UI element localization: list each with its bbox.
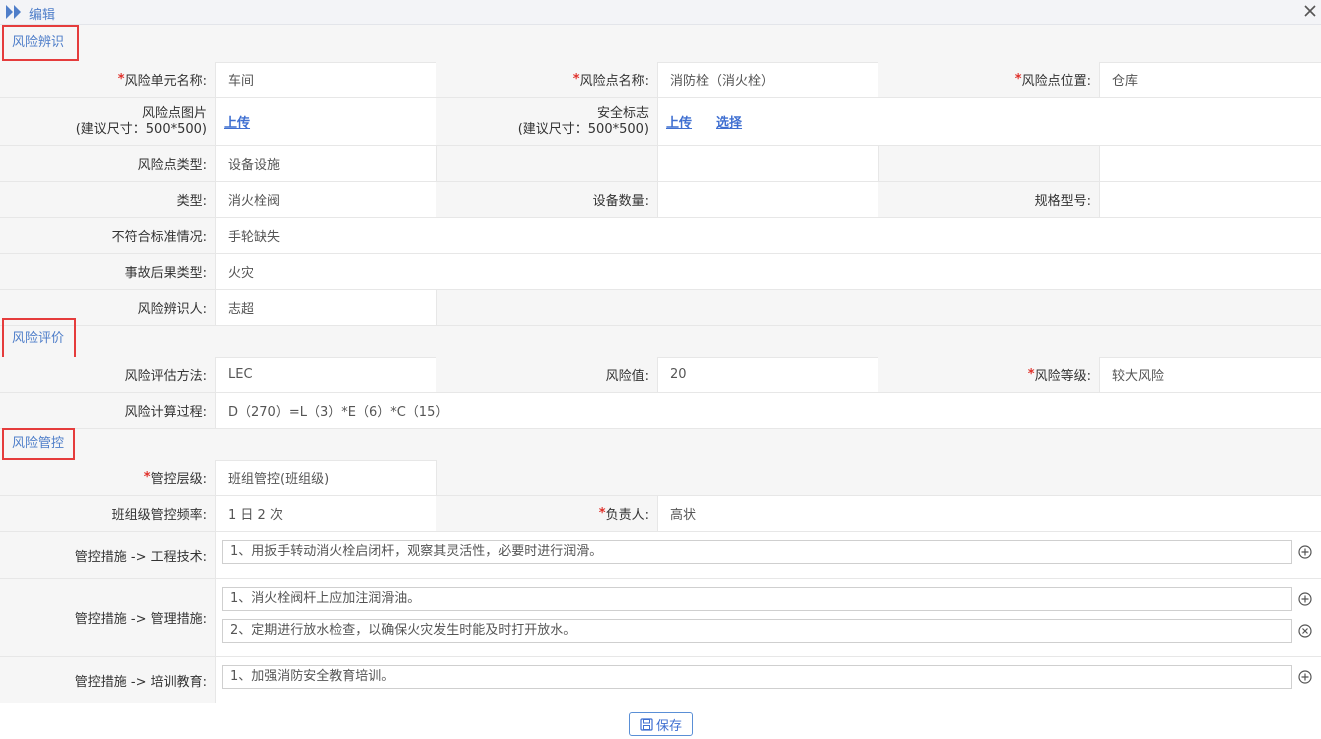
type-value[interactable]: 消火栓阀 bbox=[215, 182, 436, 217]
row-unit-point-location: * 风险单元名称: 车间 * 风险点名称: 消防栓（消火栓） * 风险点位置: 仓库 bbox=[0, 62, 1321, 98]
consequence-label: 事故后果类型: bbox=[0, 254, 215, 289]
management-measure-input-1[interactable]: 1、消火栓阀杆上应加注润滑油。 bbox=[222, 587, 1292, 611]
save-icon bbox=[640, 717, 653, 731]
risk-level-label: * 风险等级: bbox=[878, 357, 1099, 392]
row-images: 风险点图片 (建议尺寸：500*500) 上传 安全标志 (建议尺寸：500*5… bbox=[0, 98, 1321, 146]
identifier-value[interactable]: 志超 bbox=[215, 290, 436, 325]
control-level-value[interactable]: 班组管控(班组级) bbox=[215, 460, 436, 495]
double-chevron-right-icon bbox=[6, 5, 21, 19]
section-identify: 风险辨识 bbox=[0, 25, 1321, 63]
equipment-count-value[interactable] bbox=[657, 182, 878, 217]
row-type: 类型: 消火栓阀 设备数量: 规格型号: bbox=[0, 182, 1321, 218]
equipment-count-label: 设备数量: bbox=[436, 182, 657, 217]
spec-value[interactable] bbox=[1099, 182, 1321, 217]
add-circle-icon[interactable] bbox=[1298, 592, 1312, 606]
management-measure-input-2[interactable]: 2、定期进行放水检查，以确保火灾发生时能及时打开放水。 bbox=[222, 619, 1292, 643]
row-nonconformity: 不符合标准情况: 手轮缺失 bbox=[0, 218, 1321, 254]
upload-point-image-link[interactable]: 上传 bbox=[224, 112, 250, 131]
nonconformity-label: 不符合标准情况: bbox=[0, 218, 215, 253]
empty-cell bbox=[878, 146, 1099, 181]
section-title-identify: 风险辨识 bbox=[2, 25, 79, 61]
row-identifier: 风险辨识人: 志超 bbox=[0, 290, 1321, 326]
row-calc: 风险计算过程: D（270）=L（3）*E（6）*C（15） bbox=[0, 393, 1321, 429]
row-consequence: 事故后果类型: 火灾 bbox=[0, 254, 1321, 290]
select-safety-sign-link[interactable]: 选择 bbox=[716, 112, 742, 131]
save-button[interactable]: 保存 bbox=[629, 712, 693, 736]
risk-value-label: 风险值: bbox=[436, 357, 657, 392]
empty-cell bbox=[1099, 146, 1321, 181]
calc-value[interactable]: D（270）=L（3）*E（6）*C（15） bbox=[215, 393, 1321, 428]
nonconformity-value[interactable]: 手轮缺失 bbox=[215, 218, 1321, 253]
engineering-label: 管控措施 -> 工程技术: bbox=[0, 532, 215, 578]
section-title-evaluate: 风险评价 bbox=[2, 318, 76, 360]
empty-cell bbox=[436, 290, 1321, 325]
empty-cell bbox=[436, 460, 1321, 495]
row-control-level: * 管控层级: 班组管控(班组级) bbox=[0, 460, 1321, 496]
add-circle-icon[interactable] bbox=[1298, 670, 1312, 684]
method-value[interactable]: LEC bbox=[215, 357, 436, 392]
training-label: 管控措施 -> 培训教育: bbox=[0, 657, 215, 703]
row-method: 风险评估方法: LEC 风险值: 20 * 风险等级: 较大风险 bbox=[0, 357, 1321, 393]
management-label: 管控措施 -> 管理措施: bbox=[0, 579, 215, 656]
upload-safety-sign-link[interactable]: 上传 bbox=[666, 112, 692, 131]
point-type-label: 风险点类型: bbox=[0, 146, 215, 181]
frequency-value[interactable]: 1 日 2 次 bbox=[215, 496, 436, 531]
safety-sign-cell: 上传 选择 bbox=[657, 98, 1321, 145]
empty-cell bbox=[657, 146, 878, 181]
unit-name-value[interactable]: 车间 bbox=[215, 62, 436, 97]
risk-value[interactable]: 20 bbox=[657, 357, 878, 392]
point-type-value[interactable]: 设备设施 bbox=[215, 146, 436, 181]
point-image-cell: 上传 bbox=[215, 98, 436, 145]
section-evaluate: 风险评价 bbox=[0, 318, 1321, 360]
point-location-label: * 风险点位置: bbox=[878, 62, 1099, 97]
section-control: 风险管控 bbox=[0, 428, 1321, 461]
row-training: 管控措施 -> 培训教育: 1、加强消防安全教育培训。 bbox=[0, 657, 1321, 703]
owner-value[interactable]: 高状 bbox=[657, 496, 1321, 531]
calc-label: 风险计算过程: bbox=[0, 393, 215, 428]
save-label: 保存 bbox=[655, 718, 682, 734]
dialog-title: 编辑 bbox=[29, 8, 56, 23]
point-name-label: * 风险点名称: bbox=[436, 62, 657, 97]
engineering-measure-input[interactable]: 1、用扳手转动消火栓启闭杆，观察其灵活性，必要时进行润滑。 bbox=[222, 540, 1292, 564]
safety-sign-label: 安全标志 (建议尺寸：500*500) bbox=[436, 98, 657, 145]
row-management: 管控措施 -> 管理措施: 1、消火栓阀杆上应加注润滑油。 2、定期进行放水检查… bbox=[0, 579, 1321, 657]
point-name-value[interactable]: 消防栓（消火栓） bbox=[657, 62, 878, 97]
row-point-type: 风险点类型: 设备设施 bbox=[0, 146, 1321, 182]
spec-label: 规格型号: bbox=[878, 182, 1099, 217]
point-image-label: 风险点图片 (建议尺寸：500*500) bbox=[0, 98, 215, 145]
frequency-label: 班组级管控频率: bbox=[0, 496, 215, 531]
consequence-value[interactable]: 火灾 bbox=[215, 254, 1321, 289]
row-engineering: 管控措施 -> 工程技术: 1、用扳手转动消火栓启闭杆，观察其灵活性，必要时进行… bbox=[0, 532, 1321, 579]
training-measure-input[interactable]: 1、加强消防安全教育培训。 bbox=[222, 665, 1292, 689]
owner-label: * 负责人: bbox=[436, 496, 657, 531]
unit-name-label: * 风险单元名称: bbox=[0, 62, 215, 97]
empty-cell bbox=[436, 146, 657, 181]
row-frequency-owner: 班组级管控频率: 1 日 2 次 * 负责人: 高状 bbox=[0, 496, 1321, 532]
type-label: 类型: bbox=[0, 182, 215, 217]
close-icon[interactable] bbox=[1302, 3, 1318, 19]
section-title-control: 风险管控 bbox=[2, 428, 75, 460]
point-location-value[interactable]: 仓库 bbox=[1099, 62, 1321, 97]
control-level-label: * 管控层级: bbox=[0, 460, 215, 495]
risk-level-value[interactable]: 较大风险 bbox=[1099, 357, 1321, 392]
add-circle-icon[interactable] bbox=[1298, 545, 1312, 559]
dialog-titlebar: 编辑 bbox=[0, 0, 1321, 25]
remove-circle-icon[interactable] bbox=[1298, 624, 1312, 638]
method-label: 风险评估方法: bbox=[0, 357, 215, 392]
